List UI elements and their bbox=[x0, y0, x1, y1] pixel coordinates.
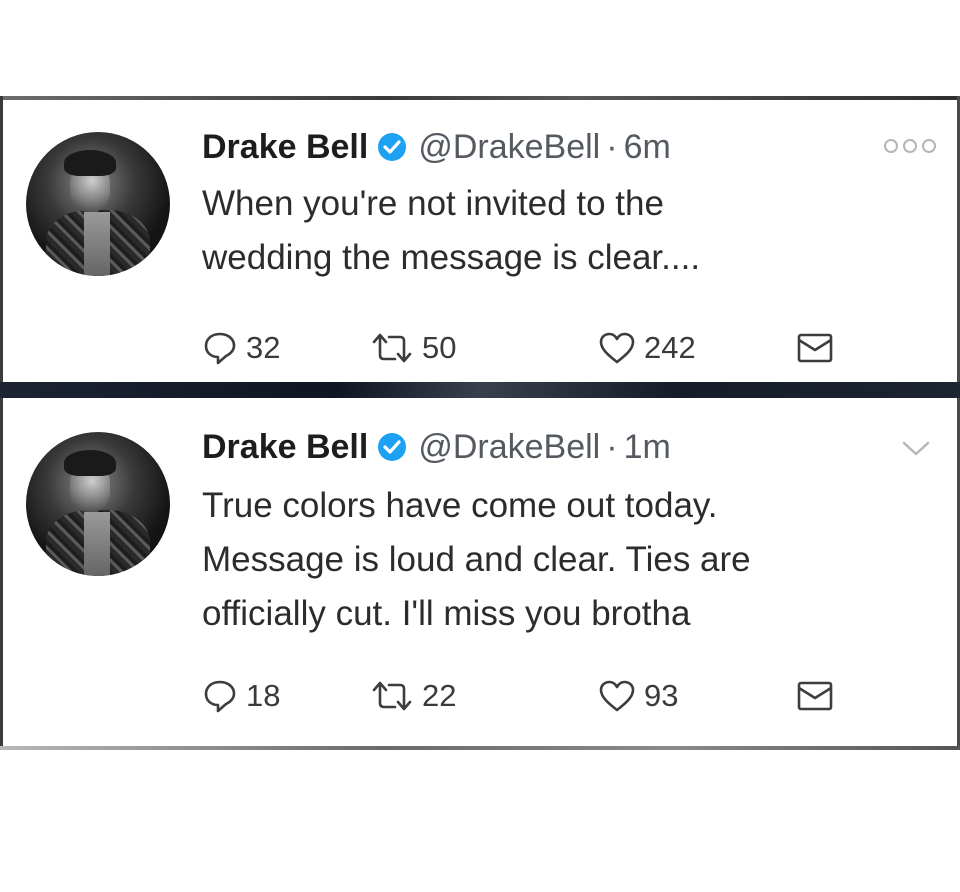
user-handle[interactable]: @DrakeBell bbox=[418, 427, 600, 467]
separator-dot: · bbox=[606, 428, 618, 466]
reply-icon bbox=[204, 332, 236, 365]
tweet-header: Drake Bell @DrakeBell · 1m bbox=[202, 427, 671, 467]
avatar-hair bbox=[64, 150, 116, 176]
heart-icon bbox=[599, 680, 635, 712]
tweet-card[interactable]: Drake Bell @DrakeBell · 1m True colors h… bbox=[3, 398, 957, 746]
display-name[interactable]: Drake Bell bbox=[202, 427, 368, 467]
like-count: 242 bbox=[644, 330, 696, 365]
tweet-text-line: True colors have come out today. bbox=[202, 486, 718, 525]
like-button[interactable]: 93 bbox=[598, 676, 678, 716]
tweet-text: When you're not invited to the wedding t… bbox=[202, 177, 922, 285]
retweet-button[interactable]: 50 bbox=[370, 328, 456, 368]
direct-message-button[interactable] bbox=[796, 328, 834, 368]
tweet-text-line: officially cut. I'll miss you brotha bbox=[202, 594, 691, 633]
retweet-count: 22 bbox=[422, 678, 457, 713]
like-count: 93 bbox=[644, 678, 679, 713]
display-name[interactable]: Drake Bell bbox=[202, 127, 368, 167]
more-options-icon[interactable] bbox=[881, 136, 939, 156]
envelope-icon bbox=[797, 333, 833, 363]
tweet-text-line: wedding the message is clear.... bbox=[202, 238, 701, 277]
verified-badge-icon bbox=[378, 133, 407, 161]
reply-count: 32 bbox=[246, 330, 281, 365]
tweet-text-line: When you're not invited to the bbox=[202, 184, 664, 223]
tweet-card[interactable]: Drake Bell @DrakeBell · 6m When you're n… bbox=[3, 100, 957, 382]
tweet-header: Drake Bell @DrakeBell · 6m bbox=[202, 127, 671, 167]
reply-icon bbox=[204, 680, 236, 713]
envelope-icon bbox=[797, 681, 833, 711]
reply-button[interactable]: 32 bbox=[202, 328, 280, 368]
reply-button[interactable]: 18 bbox=[202, 676, 280, 716]
heart-icon bbox=[599, 332, 635, 364]
retweet-button[interactable]: 22 bbox=[370, 676, 456, 716]
reply-count: 18 bbox=[246, 678, 281, 713]
retweet-count: 50 bbox=[422, 330, 457, 365]
avatar[interactable] bbox=[26, 132, 170, 276]
screenshot-divider bbox=[0, 382, 960, 398]
direct-message-button[interactable] bbox=[796, 676, 834, 716]
timestamp[interactable]: 1m bbox=[624, 427, 671, 467]
avatar-shirt bbox=[84, 212, 110, 276]
verified-badge-icon bbox=[378, 433, 407, 461]
chevron-down-icon[interactable] bbox=[901, 440, 931, 458]
tweet-actions: 18 22 93 bbox=[202, 676, 862, 716]
retweet-icon bbox=[372, 681, 412, 711]
avatar[interactable] bbox=[26, 432, 170, 576]
separator-dot: · bbox=[606, 128, 618, 166]
tweet-text: True colors have come out today. Message… bbox=[202, 479, 922, 641]
tweet-actions: 32 50 242 bbox=[202, 328, 862, 368]
user-handle[interactable]: @DrakeBell bbox=[418, 127, 600, 167]
frame-edge-bottom bbox=[0, 746, 960, 750]
timestamp[interactable]: 6m bbox=[624, 127, 671, 167]
avatar-hair bbox=[64, 450, 116, 476]
avatar-shirt bbox=[84, 512, 110, 576]
retweet-icon bbox=[372, 333, 412, 363]
tweet-text-line: Message is loud and clear. Ties are bbox=[202, 540, 751, 579]
like-button[interactable]: 242 bbox=[598, 328, 696, 368]
